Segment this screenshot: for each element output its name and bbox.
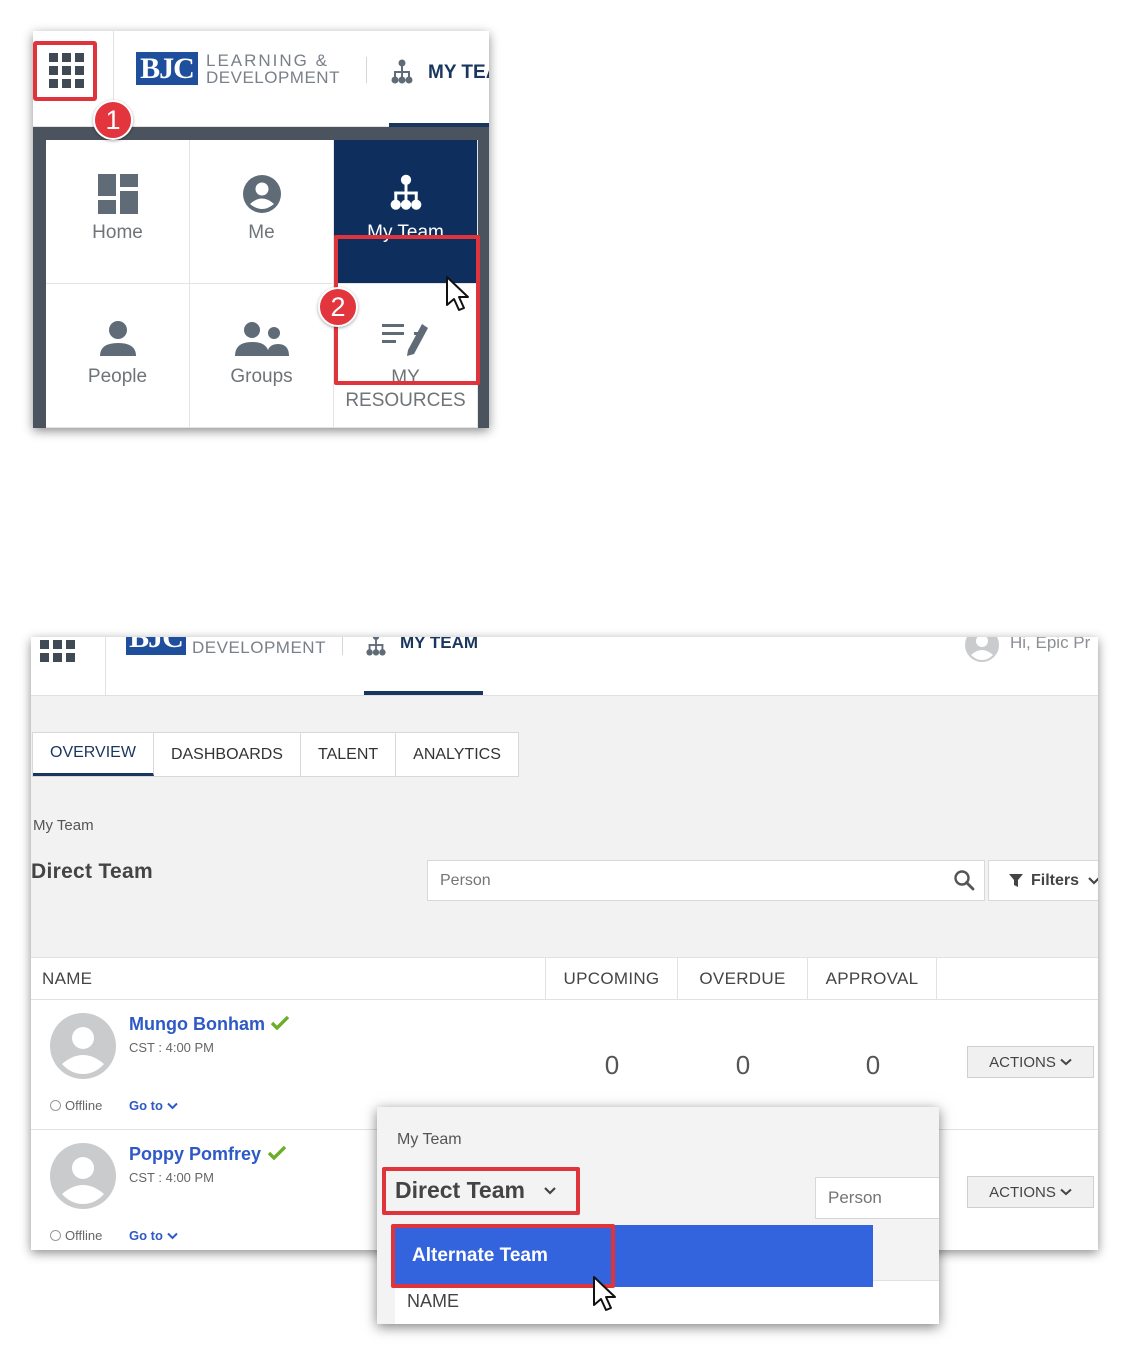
tile-label: Groups <box>230 366 293 387</box>
chevron-down-icon <box>1060 1058 1072 1066</box>
column-header-upcoming[interactable]: UPCOMING <box>545 958 677 1000</box>
presence-status-label: Offline <box>65 1228 103 1243</box>
actions-label: ACTIONS <box>989 1183 1056 1201</box>
upcoming-count[interactable]: 0 <box>547 1050 677 1081</box>
timezone-label: CST : 4:00 PM <box>129 1170 215 1185</box>
logo-line-development: DEVELOPMENT <box>206 68 340 87</box>
breadcrumb[interactable]: My Team <box>397 1131 462 1149</box>
person-name-link[interactable]: Mungo Bonham <box>129 1014 265 1035</box>
column-header-overdue[interactable]: OVERDUE <box>677 958 807 1000</box>
check-icon <box>271 1016 289 1030</box>
tab-overview[interactable]: OVERVIEW <box>33 733 154 776</box>
go-to-menu[interactable]: Go to <box>129 1098 178 1113</box>
column-header-name[interactable]: NAME <box>42 958 92 1000</box>
dashboard-icon <box>97 174 138 214</box>
step-badge-2: 2 <box>318 287 358 327</box>
person-search-input[interactable] <box>427 860 985 901</box>
page-tabs: OVERVIEW DASHBOARDS TALENT ANALYTICS <box>32 732 519 777</box>
tab-talent[interactable]: TALENT <box>301 733 397 776</box>
team-view-title[interactable]: Direct Team <box>31 860 153 884</box>
chevron-down-icon <box>167 1232 178 1239</box>
dropdown-highlight-box <box>382 1167 580 1215</box>
table-header: NAME UPCOMING OVERDUE APPROVAL <box>31 958 1098 1000</box>
org-chart-icon <box>391 59 413 84</box>
header-divider <box>342 637 343 655</box>
actions-button[interactable]: ACTIONS <box>967 1176 1094 1208</box>
check-icon <box>268 1146 286 1160</box>
breadcrumb[interactable]: My Team <box>33 817 94 834</box>
filters-label: Filters <box>1031 871 1080 889</box>
group-icon <box>234 322 289 356</box>
filter-icon <box>1009 873 1023 887</box>
go-to-label: Go to <box>129 1098 163 1113</box>
approval-count[interactable]: 0 <box>808 1050 938 1081</box>
bjc-logo[interactable]: BJC <box>136 52 198 85</box>
bjc-logo[interactable]: BJC <box>126 637 186 655</box>
go-to-label: Go to <box>129 1228 163 1243</box>
actions-button[interactable]: ACTIONS <box>967 1046 1094 1078</box>
mouse-cursor-icon <box>593 1276 616 1311</box>
logo-line-development: DEVELOPMENT <box>192 638 326 657</box>
tab-analytics[interactable]: ANALYTICS <box>396 733 518 776</box>
go-to-menu[interactable]: Go to <box>129 1228 178 1243</box>
column-header-approval[interactable]: APPROVAL <box>807 958 937 1000</box>
nav-my-team-label[interactable]: MY TEA <box>428 62 489 84</box>
active-nav-underline <box>364 691 483 695</box>
tab-dashboards[interactable]: DASHBOARDS <box>154 733 301 776</box>
search-icon[interactable] <box>953 869 975 891</box>
apps-highlight-box <box>33 41 97 101</box>
tile-label: People <box>87 366 148 387</box>
nav-my-team-label[interactable]: MY TEAM <box>400 637 478 653</box>
chevron-down-icon <box>1088 876 1098 885</box>
tile-label-line2: RESOURCES <box>345 390 466 411</box>
offline-status-icon <box>50 1230 61 1241</box>
presence-status: Offline <box>50 1098 102 1113</box>
person-name-link[interactable]: Poppy Pomfrey <box>129 1144 261 1165</box>
step-badge-1: 1 <box>93 100 133 140</box>
chevron-down-icon <box>167 1102 178 1109</box>
timezone-label: CST : 4:00 PM <box>129 1040 215 1055</box>
apps-grid-icon[interactable] <box>40 637 75 662</box>
tile-label: Me <box>248 222 275 243</box>
org-chart-icon <box>390 174 421 210</box>
person-icon <box>99 321 136 356</box>
user-avatar-icon[interactable] <box>964 637 1000 663</box>
filters-button[interactable]: Filters <box>988 860 1098 901</box>
top-header: BJC DEVELOPMENT MY TEAM Hi, Epic Pr <box>31 637 1098 696</box>
avatar-icon <box>50 1143 116 1209</box>
launcher-menu: Home Me My Team People Groups MY RESOURC… <box>33 127 489 428</box>
logo-line-learning: LEARNING & <box>206 51 329 70</box>
chevron-down-icon <box>1060 1188 1072 1196</box>
team-selector-panel: My Team Direct Team NAME Alternate Team <box>377 1107 939 1324</box>
header-divider <box>105 637 106 695</box>
presence-status: Offline <box>50 1228 102 1243</box>
user-greeting[interactable]: Hi, Epic Pr <box>1010 637 1090 653</box>
actions-label: ACTIONS <box>989 1053 1056 1071</box>
header-divider <box>366 57 367 83</box>
avatar-icon <box>50 1013 116 1079</box>
tile-groups[interactable]: Groups <box>190 284 334 428</box>
account-circle-icon <box>242 175 281 213</box>
mouse-cursor-icon <box>446 276 469 311</box>
person-search-input[interactable] <box>815 1177 939 1219</box>
presence-status-label: Offline <box>65 1098 103 1113</box>
tile-me[interactable]: Me <box>190 140 334 284</box>
org-chart-icon <box>366 637 386 656</box>
offline-status-icon <box>50 1100 61 1111</box>
tile-home[interactable]: Home <box>46 140 190 284</box>
tile-people[interactable]: People <box>46 284 190 428</box>
overdue-count[interactable]: 0 <box>678 1050 808 1081</box>
app-launcher-panel: BJC LEARNING & DEVELOPMENT MY TEA <box>33 31 489 428</box>
tile-label: Home <box>92 222 143 243</box>
option-highlight-box <box>391 1224 615 1288</box>
column-header-name[interactable]: NAME <box>407 1291 459 1312</box>
